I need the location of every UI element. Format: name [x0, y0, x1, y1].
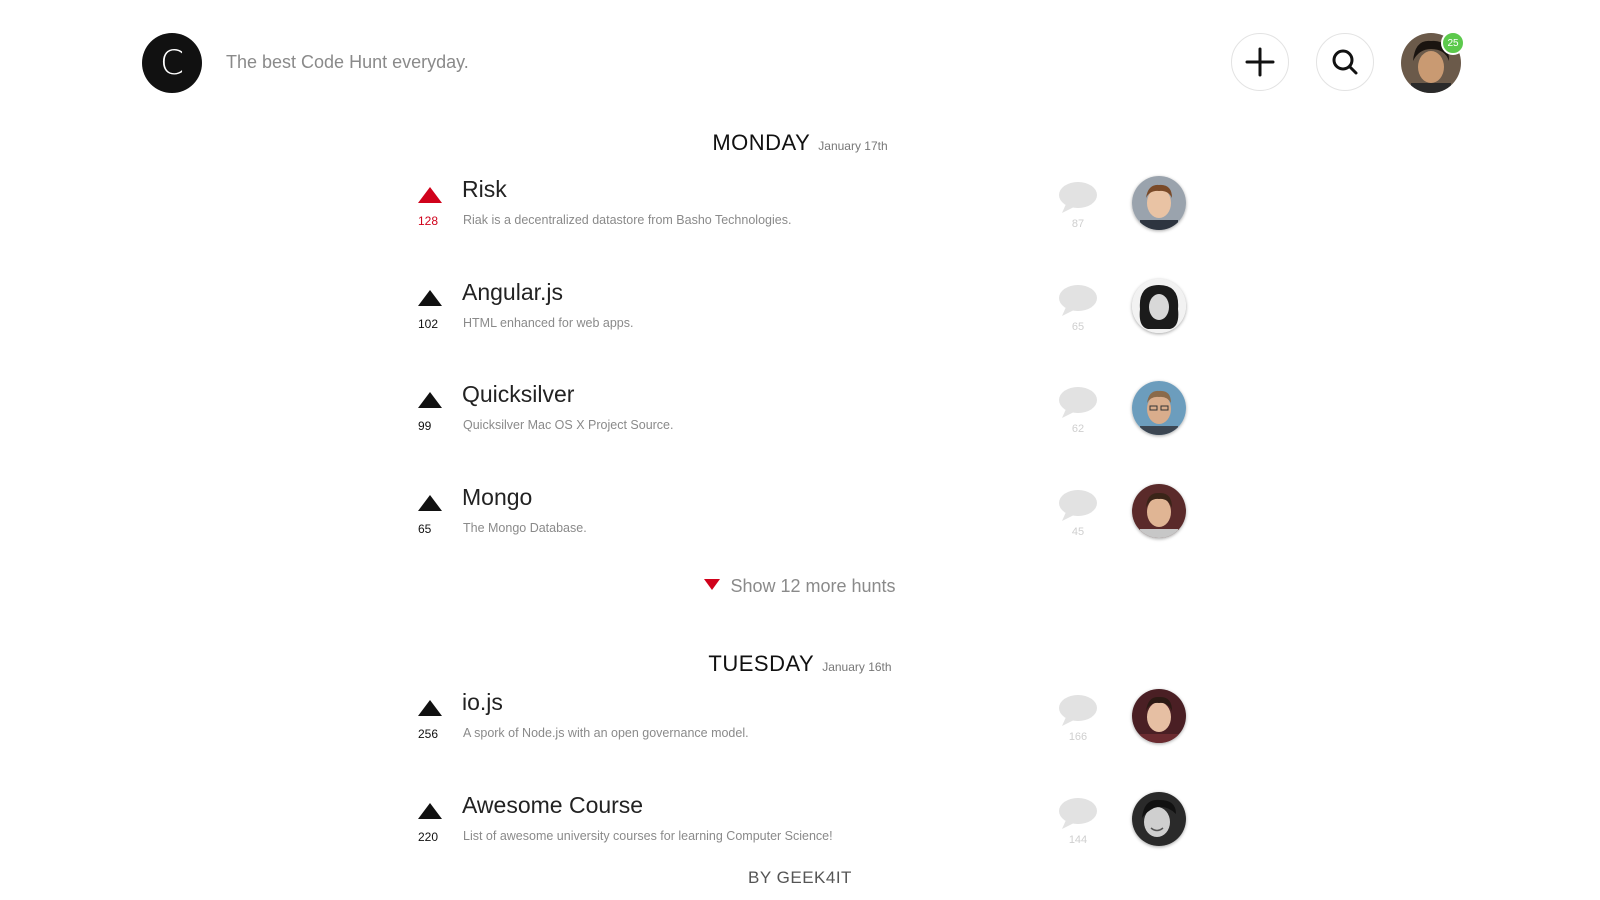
comment-bubble-icon: [1059, 695, 1097, 726]
hunt-row: 128 Risk Riak is a decentralized datasto…: [418, 176, 1188, 256]
day-name: MONDAY: [712, 130, 811, 155]
add-button[interactable]: [1231, 33, 1289, 91]
vote-count: 99: [418, 419, 432, 433]
logo[interactable]: C: [142, 33, 202, 93]
hunter-avatar[interactable]: [1132, 279, 1186, 333]
comments-button[interactable]: 87: [1056, 180, 1100, 240]
hunt-row: 220 Awesome Course List of awesome unive…: [418, 792, 1188, 872]
comment-count: 62: [1071, 423, 1085, 435]
hunter-avatar[interactable]: [1132, 484, 1186, 538]
footer-credit: BY GEEK4IT: [748, 868, 852, 887]
hunt-title[interactable]: Quicksilver: [462, 381, 574, 408]
hunt-description: Riak is a decentralized datastore from B…: [463, 213, 792, 227]
comments-button[interactable]: 166: [1056, 693, 1100, 753]
upvote-triangle-icon: [418, 392, 442, 408]
upvote-button[interactable]: 65: [418, 484, 448, 536]
hunter-avatar[interactable]: [1132, 792, 1186, 846]
search-icon: [1332, 49, 1358, 75]
hunt-row: 65 Mongo The Mongo Database. 45: [418, 484, 1188, 564]
hunt-description: A spork of Node.js with an open governan…: [463, 726, 749, 740]
caret-down-icon: [704, 579, 721, 590]
upvote-button[interactable]: 102: [418, 279, 448, 331]
comment-bubble-icon: [1059, 798, 1097, 829]
plus-icon: [1245, 47, 1275, 77]
day-date: January 16th: [822, 660, 892, 674]
upvote-triangle-icon: [418, 495, 442, 511]
hunter-avatar[interactable]: [1132, 689, 1186, 743]
hunter-avatar[interactable]: [1132, 381, 1186, 435]
hunt-description: Quicksilver Mac OS X Project Source.: [463, 418, 674, 432]
hunt-title[interactable]: Mongo: [462, 484, 532, 511]
search-button[interactable]: [1316, 33, 1374, 91]
day-name: TUESDAY: [708, 651, 815, 676]
comments-button[interactable]: 144: [1056, 796, 1100, 856]
comment-count: 166: [1068, 731, 1088, 743]
upvote-button[interactable]: 256: [418, 689, 448, 741]
vote-count: 220: [418, 830, 439, 844]
comment-count: 87: [1071, 218, 1085, 230]
hunt-row: 99 Quicksilver Quicksilver Mac OS X Proj…: [418, 381, 1188, 461]
show-more-label: Show 12 more hunts: [730, 576, 896, 596]
hunt-description: HTML enhanced for web apps.: [463, 316, 634, 330]
comment-bubble-icon: [1059, 182, 1097, 213]
comment-count: 45: [1071, 526, 1085, 538]
vote-count: 65: [418, 522, 432, 536]
tagline: The best Code Hunt everyday.: [226, 52, 469, 72]
hunt-title[interactable]: Angular.js: [462, 279, 563, 306]
hunter-avatar[interactable]: [1132, 176, 1186, 230]
notification-badge: 25: [1441, 31, 1465, 55]
vote-count: 102: [418, 317, 439, 331]
header: C The best Code Hunt everyday. 25: [0, 0, 1600, 120]
hunt-description: List of awesome university courses for l…: [463, 829, 833, 843]
user-avatar[interactable]: 25: [1401, 31, 1465, 93]
day-header-monday: MONDAY January 17th: [0, 130, 1600, 156]
comments-button[interactable]: 62: [1056, 385, 1100, 445]
day-date: January 17th: [818, 139, 888, 153]
upvote-triangle-icon: [418, 803, 442, 819]
comment-bubble-icon: [1059, 285, 1097, 316]
comments-button[interactable]: 65: [1056, 283, 1100, 343]
upvote-triangle-icon: [418, 187, 442, 203]
hunt-description: The Mongo Database.: [463, 521, 587, 535]
comment-bubble-icon: [1059, 490, 1097, 521]
upvote-button[interactable]: 220: [418, 792, 448, 844]
hunt-row: 102 Angular.js HTML enhanced for web app…: [418, 279, 1188, 359]
comment-count: 65: [1071, 321, 1085, 333]
comment-count: 144: [1068, 834, 1088, 846]
vote-count: 128: [418, 214, 439, 228]
vote-count: 256: [418, 727, 439, 741]
hunt-row: 256 io.js A spork of Node.js with an ope…: [418, 689, 1188, 769]
upvote-button[interactable]: 128: [418, 176, 448, 228]
hunt-title[interactable]: Awesome Course: [462, 792, 643, 819]
day-header-tuesday: TUESDAY January 16th: [0, 651, 1600, 677]
upvote-triangle-icon: [418, 290, 442, 306]
comment-bubble-icon: [1059, 387, 1097, 418]
show-more-button[interactable]: Show 12 more hunts: [0, 576, 1600, 597]
upvote-triangle-icon: [418, 700, 442, 716]
hunt-title[interactable]: Risk: [462, 176, 507, 203]
upvote-button[interactable]: 99: [418, 381, 448, 433]
hunt-title[interactable]: io.js: [462, 689, 503, 716]
comments-button[interactable]: 45: [1056, 488, 1100, 548]
